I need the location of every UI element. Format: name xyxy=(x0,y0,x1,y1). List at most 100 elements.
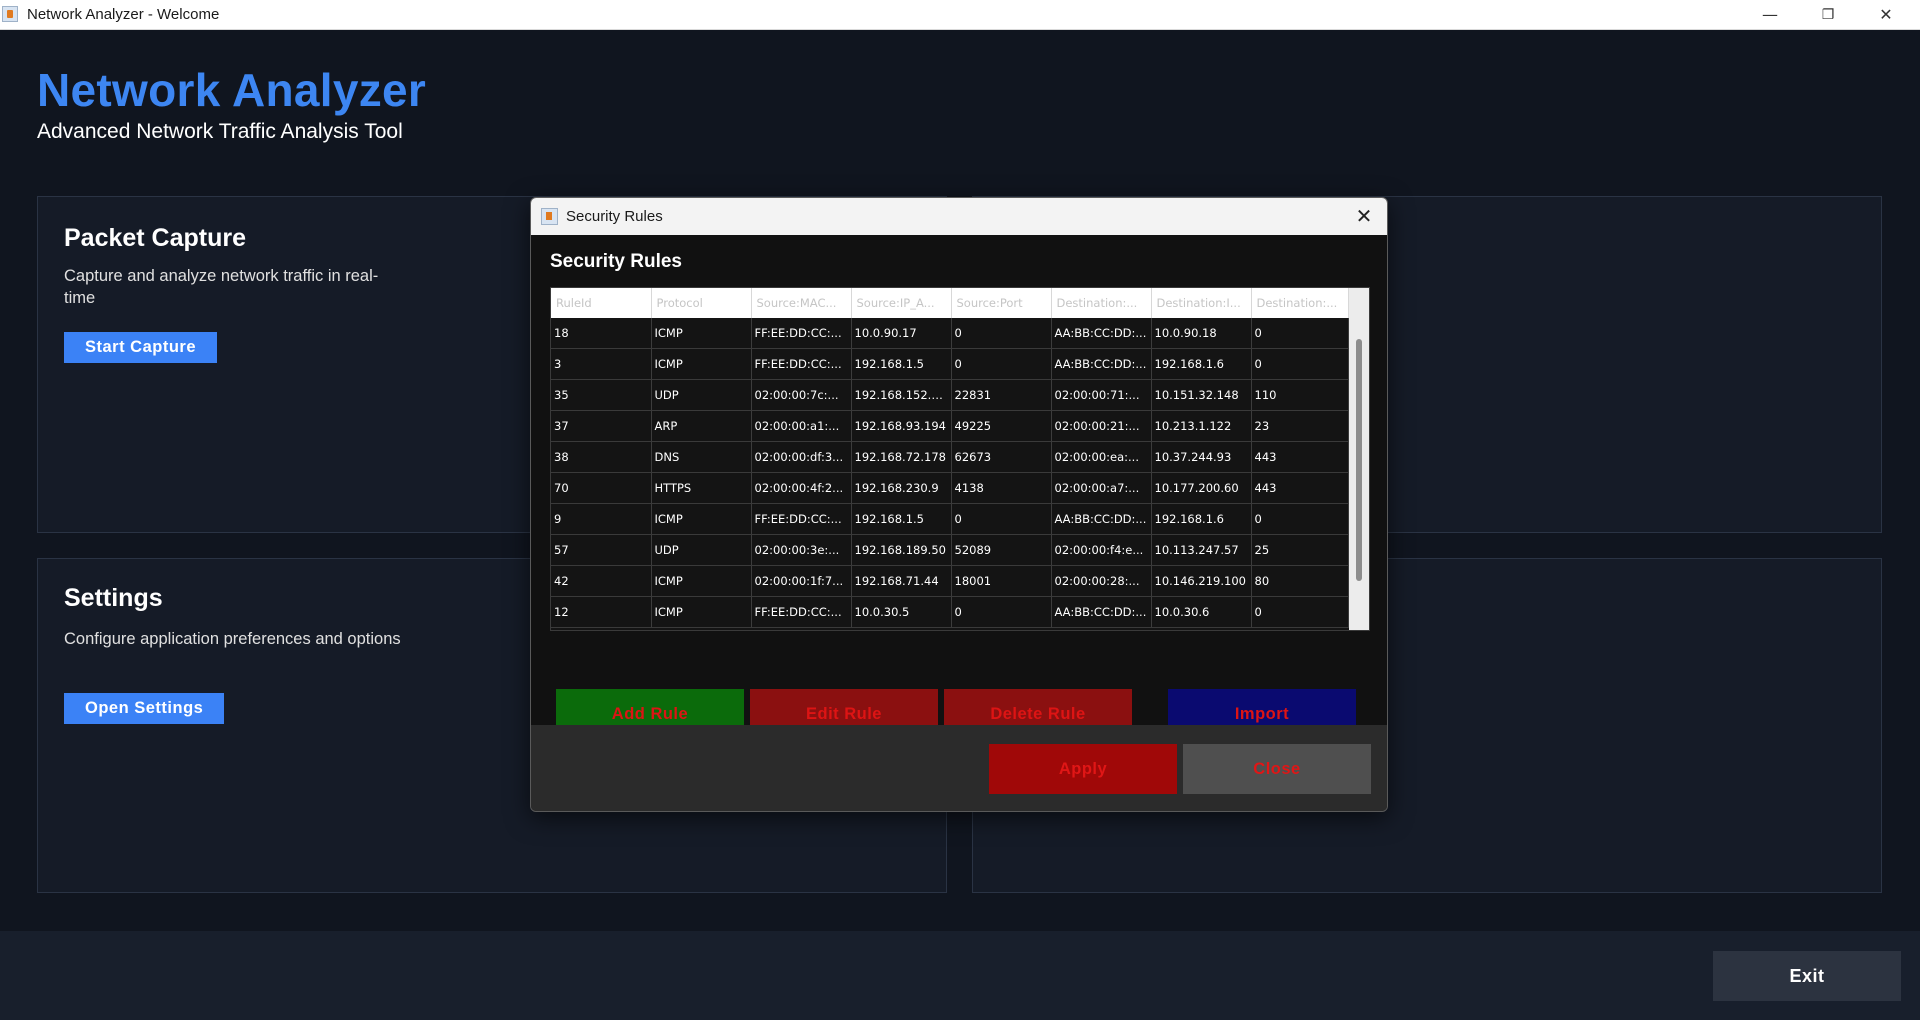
card-title: Settings xyxy=(64,584,163,612)
cell-protocol: DNS xyxy=(651,441,752,473)
cell-destination-port: 23 xyxy=(1251,410,1349,442)
dialog-titlebar: Security Rules ✕ xyxy=(531,198,1387,235)
cell-protocol: ICMP xyxy=(651,318,752,349)
table-row[interactable]: 12 ICMP FF:EE:DD:CC:... 10.0.30.5 0 AA:B… xyxy=(551,596,1349,628)
cell-destination-port: 25 xyxy=(1251,534,1349,566)
column-header-source-port[interactable]: Source:Port xyxy=(951,288,1052,318)
window-titlebar: Network Analyzer - Welcome — ❐ ✕ xyxy=(0,0,1920,30)
card-description: Configure application preferences and op… xyxy=(64,630,401,648)
table-row[interactable]: 42 ICMP 02:00:00:1f:7... 192.168.71.44 1… xyxy=(551,565,1349,597)
column-header-ruleid[interactable]: RuleId xyxy=(551,288,652,318)
cell-source-ip: 192.168.152.166 xyxy=(851,379,952,411)
cell-destination-ip: 10.113.247.57 xyxy=(1151,534,1252,566)
cell-source-mac: 02:00:00:4f:2... xyxy=(751,472,852,504)
table-vertical-scrollbar[interactable] xyxy=(1349,288,1369,630)
card-title: Packet Capture xyxy=(64,224,247,252)
start-capture-button[interactable]: Start Capture xyxy=(64,332,218,363)
cell-source-mac: FF:EE:DD:CC:... xyxy=(751,503,852,535)
cell-source-ip: 192.168.93.194 xyxy=(851,410,952,442)
cell-source-port: 0 xyxy=(951,596,1052,628)
cell-destination-port: 443 xyxy=(1251,472,1349,504)
cell-source-port: 0 xyxy=(951,318,1052,349)
cell-protocol: UDP xyxy=(651,534,752,566)
cell-source-ip: 192.168.1.5 xyxy=(851,348,952,380)
cell-source-port: 4138 xyxy=(951,472,1052,504)
cell-source-mac: FF:EE:DD:CC:... xyxy=(751,348,852,380)
cell-destination-mac: AA:BB:CC:DD:... xyxy=(1051,318,1152,349)
column-header-destination-ip[interactable]: Destination:I... xyxy=(1151,288,1252,318)
cell-source-ip: 192.168.1.5 xyxy=(851,503,952,535)
cell-source-ip: 10.0.30.5 xyxy=(851,596,952,628)
cell-protocol: ICMP xyxy=(651,565,752,597)
close-button[interactable]: Close xyxy=(1183,744,1371,794)
close-icon[interactable]: ✕ xyxy=(1857,0,1915,29)
cell-destination-mac: 02:00:00:28:... xyxy=(1051,565,1152,597)
cell-destination-port: 0 xyxy=(1251,503,1349,535)
table-row[interactable]: 18 ICMP FF:EE:DD:CC:... 10.0.90.17 0 AA:… xyxy=(551,318,1349,349)
cell-destination-mac: AA:BB:CC:DD:... xyxy=(1051,503,1152,535)
column-header-protocol[interactable]: Protocol xyxy=(651,288,752,318)
scrollbar-thumb[interactable] xyxy=(1356,339,1362,581)
cell-source-port: 0 xyxy=(951,348,1052,380)
cell-ruleid: 35 xyxy=(551,379,652,411)
cell-source-mac: 02:00:00:a1:... xyxy=(751,410,852,442)
cell-protocol: ICMP xyxy=(651,503,752,535)
table-row[interactable]: 9 ICMP FF:EE:DD:CC:... 192.168.1.5 0 AA:… xyxy=(551,503,1349,535)
table-row[interactable]: 37 ARP 02:00:00:a1:... 192.168.93.194 49… xyxy=(551,410,1349,442)
column-header-destination-port[interactable]: Destination:... xyxy=(1251,288,1349,318)
cell-destination-port: 0 xyxy=(1251,318,1349,349)
cell-destination-ip: 10.213.1.122 xyxy=(1151,410,1252,442)
table-row[interactable]: 70 HTTPS 02:00:00:4f:2... 192.168.230.9 … xyxy=(551,472,1349,504)
cell-source-port: 52089 xyxy=(951,534,1052,566)
cell-source-ip: 10.0.90.17 xyxy=(851,318,952,349)
cell-protocol: ICMP xyxy=(651,596,752,628)
cell-ruleid: 42 xyxy=(551,565,652,597)
cell-source-ip: 192.168.72.178 xyxy=(851,441,952,473)
column-header-destination-mac[interactable]: Destination:... xyxy=(1051,288,1152,318)
cell-protocol: UDP xyxy=(651,379,752,411)
app-subtitle: Advanced Network Traffic Analysis Tool xyxy=(37,120,403,143)
column-header-source-ip[interactable]: Source:IP_A... xyxy=(851,288,952,318)
cell-source-mac: 02:00:00:7c:... xyxy=(751,379,852,411)
cell-destination-mac: 02:00:00:ea:... xyxy=(1051,441,1152,473)
cell-source-port: 22831 xyxy=(951,379,1052,411)
cell-destination-mac: 02:00:00:f4:e... xyxy=(1051,534,1152,566)
cell-ruleid: 57 xyxy=(551,534,652,566)
open-settings-button[interactable]: Open Settings xyxy=(64,693,225,724)
table-row[interactable]: 35 UDP 02:00:00:7c:... 192.168.152.166 2… xyxy=(551,379,1349,411)
restore-icon[interactable]: ❐ xyxy=(1799,0,1857,29)
cell-protocol: ICMP xyxy=(651,348,752,380)
cell-ruleid: 12 xyxy=(551,596,652,628)
cell-destination-mac: AA:BB:CC:DD:... xyxy=(1051,596,1152,628)
dialog-close-icon[interactable]: ✕ xyxy=(1351,203,1377,229)
table-row[interactable]: 38 DNS 02:00:00:df:3... 192.168.72.178 6… xyxy=(551,441,1349,473)
minimize-icon[interactable]: — xyxy=(1741,0,1799,29)
cell-source-ip: 192.168.189.50 xyxy=(851,534,952,566)
card-description: Capture and analyze network traffic in r… xyxy=(64,267,379,307)
cell-destination-ip: 192.168.1.6 xyxy=(1151,503,1252,535)
bottom-bar xyxy=(0,931,1920,1020)
table-header-row: RuleId Protocol Source:MAC... Source:IP_… xyxy=(551,288,1349,318)
rules-table: RuleId Protocol Source:MAC... Source:IP_… xyxy=(551,288,1349,628)
exit-button[interactable]: Exit xyxy=(1713,951,1901,1001)
dialog-title: Security Rules xyxy=(566,208,663,225)
cell-source-port: 49225 xyxy=(951,410,1052,442)
cell-protocol: HTTPS xyxy=(651,472,752,504)
cell-source-port: 62673 xyxy=(951,441,1052,473)
cell-source-port: 18001 xyxy=(951,565,1052,597)
cell-destination-ip: 10.0.30.6 xyxy=(1151,596,1252,628)
cell-destination-mac: 02:00:00:21:... xyxy=(1051,410,1152,442)
cell-destination-port: 0 xyxy=(1251,596,1349,628)
apply-button[interactable]: Apply xyxy=(989,744,1177,794)
cell-source-mac: FF:EE:DD:CC:... xyxy=(751,318,852,349)
cell-source-ip: 192.168.71.44 xyxy=(851,565,952,597)
cell-destination-ip: 10.177.200.60 xyxy=(1151,472,1252,504)
cell-destination-mac: 02:00:00:71:... xyxy=(1051,379,1152,411)
cell-ruleid: 18 xyxy=(551,318,652,349)
cell-destination-port: 443 xyxy=(1251,441,1349,473)
column-header-source-mac[interactable]: Source:MAC... xyxy=(751,288,852,318)
table-row[interactable]: 57 UDP 02:00:00:3e:... 192.168.189.50 52… xyxy=(551,534,1349,566)
table-row[interactable]: 3 ICMP FF:EE:DD:CC:... 192.168.1.5 0 AA:… xyxy=(551,348,1349,380)
cell-destination-port: 0 xyxy=(1251,348,1349,380)
security-rules-dialog: Security Rules ✕ Security Rules RuleId P… xyxy=(530,197,1388,812)
